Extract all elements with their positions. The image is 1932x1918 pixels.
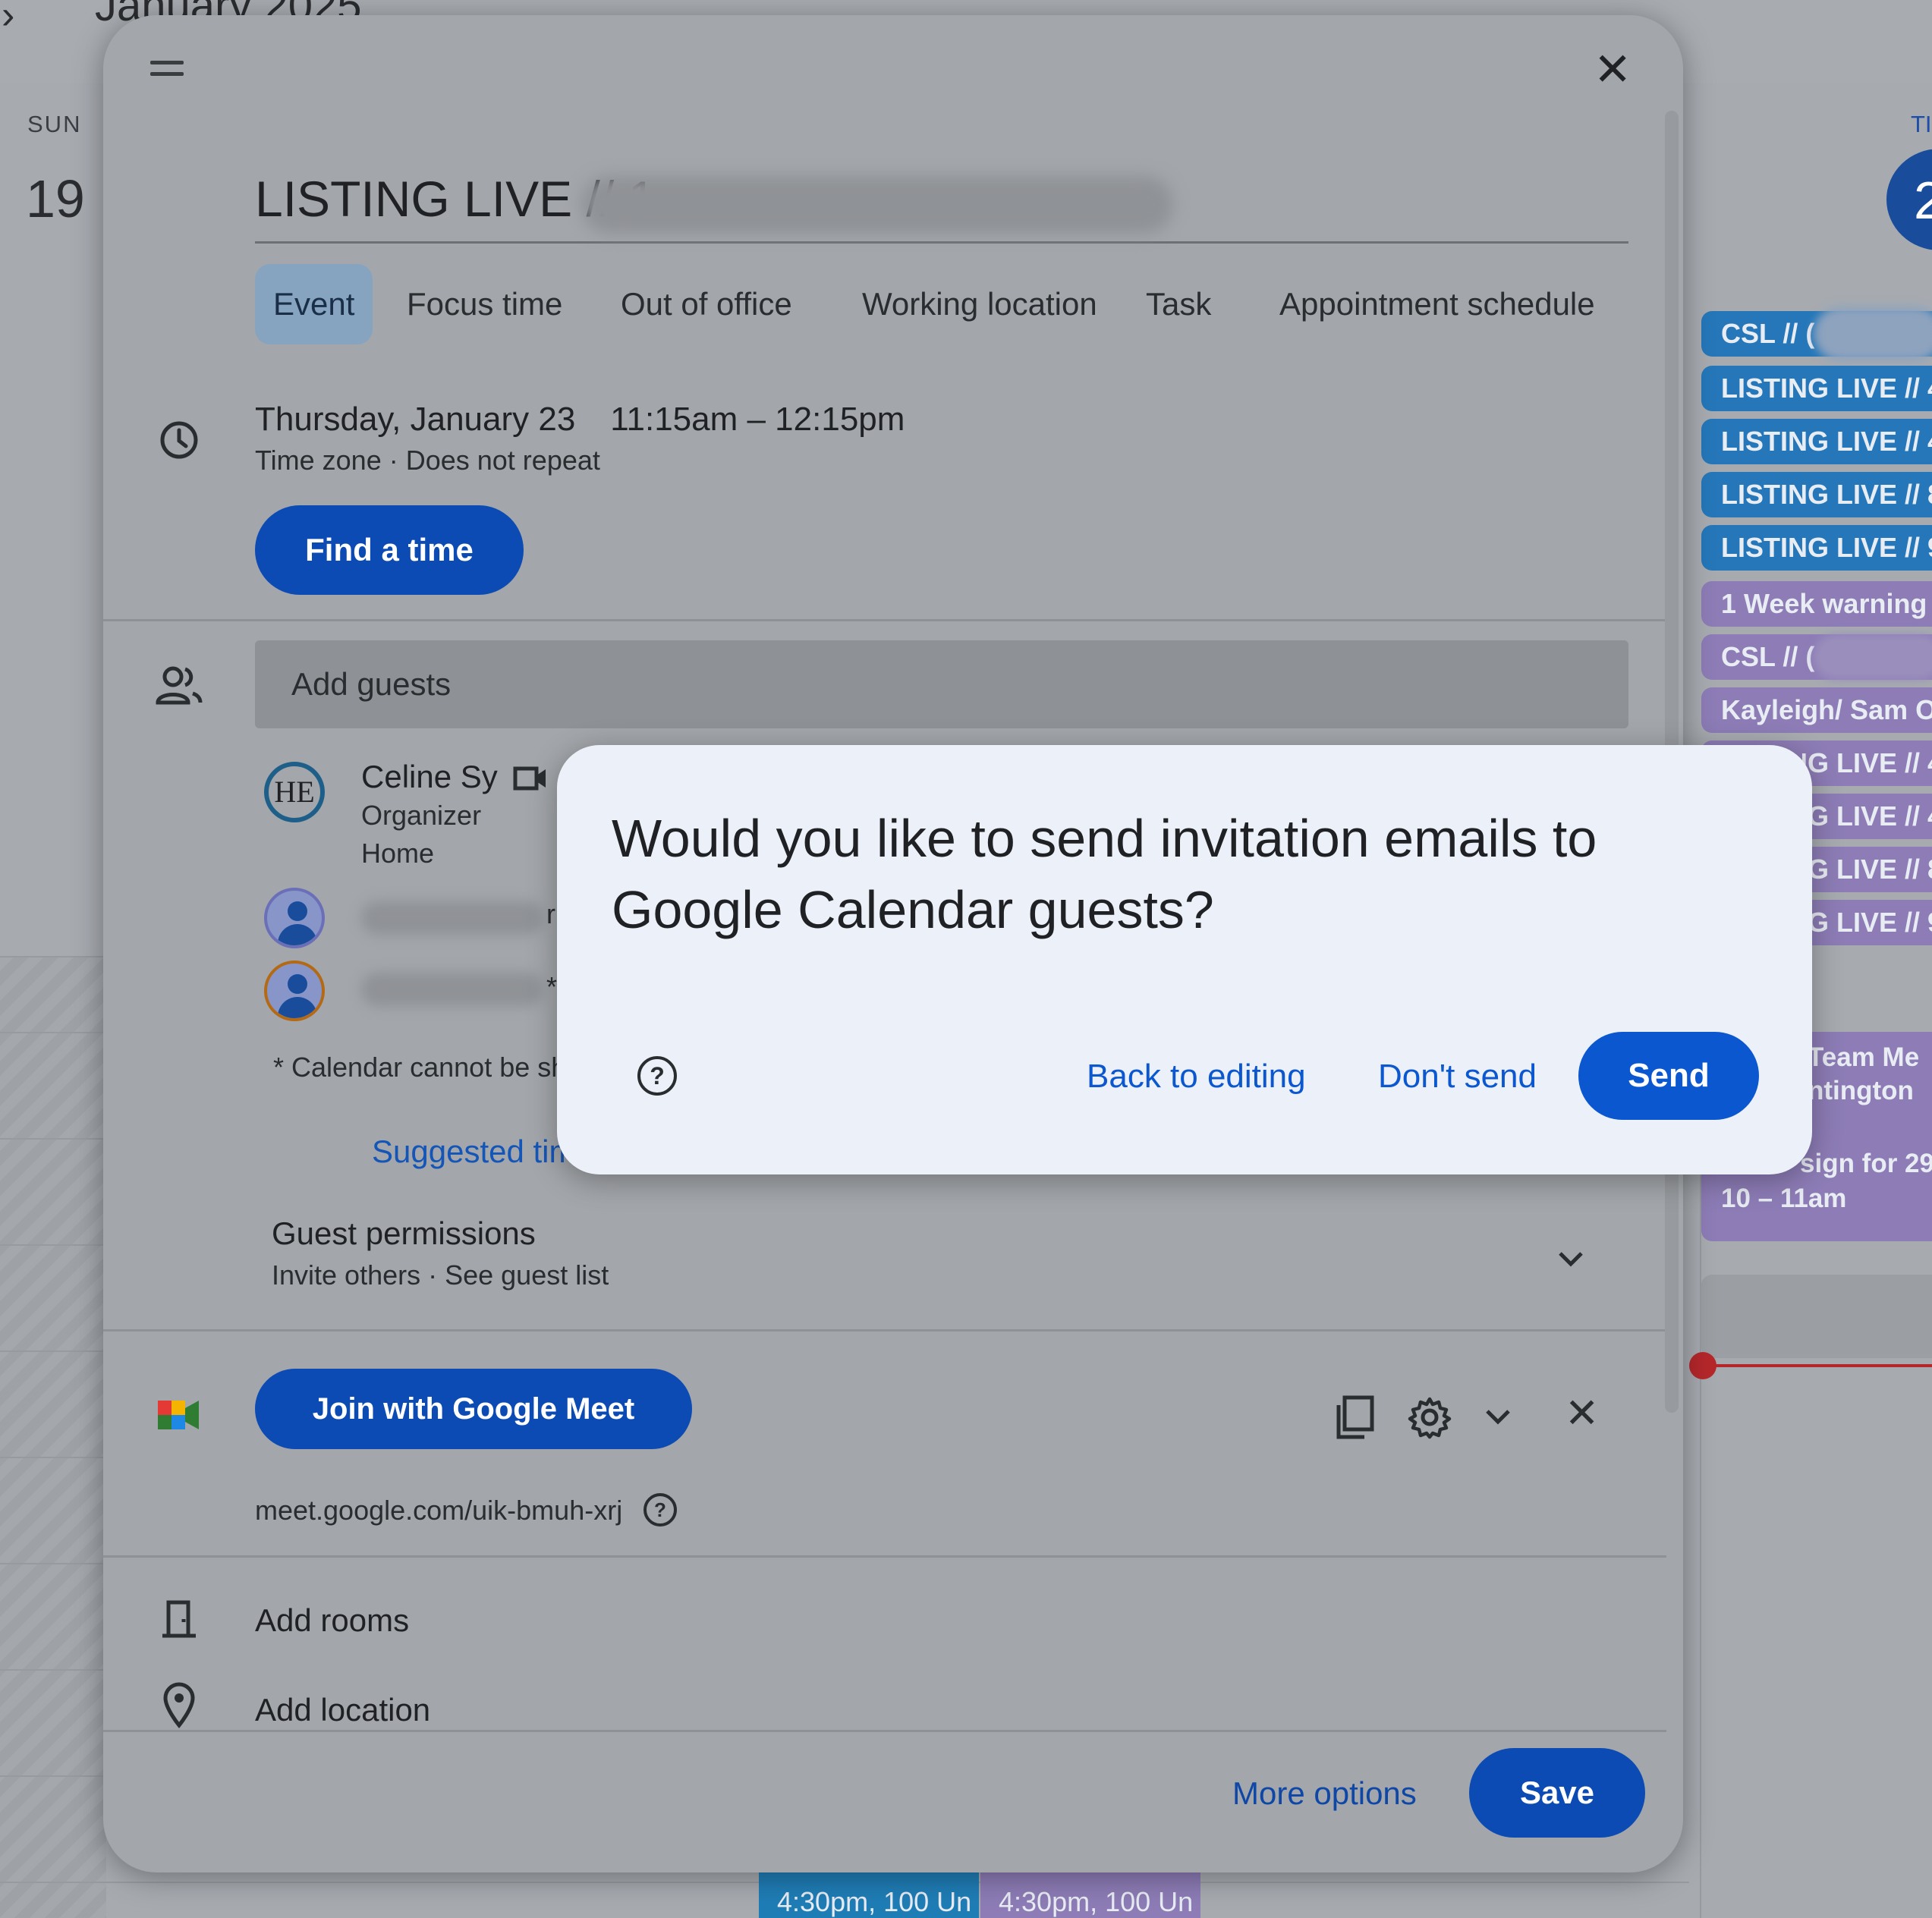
timezone-repeat[interactable]: Time zone · Does not repeat	[255, 445, 600, 476]
help-icon[interactable]: ?	[643, 1493, 677, 1527]
tab-out-of-office[interactable]: Out of office	[621, 264, 792, 344]
calendar-event[interactable]: LISTING LIVE // 9	[1701, 525, 1932, 571]
gear-icon[interactable]	[1407, 1394, 1452, 1440]
calendar-event[interactable]: 1 Week warning /	[1701, 581, 1932, 627]
grid-line	[0, 1244, 106, 1246]
save-button[interactable]: Save	[1469, 1748, 1645, 1838]
event-date[interactable]: Thursday, January 23	[255, 401, 575, 438]
grid-line	[0, 1457, 106, 1458]
today-date: 2	[1914, 171, 1932, 230]
event-time-range[interactable]: 11:15am – 12:15pm	[610, 401, 905, 438]
tab-working-location[interactable]: Working location	[862, 264, 1097, 344]
video-camera-icon	[513, 766, 546, 791]
add-guests-placeholder: Add guests	[291, 666, 452, 702]
chevron-down-icon[interactable]	[1554, 1247, 1587, 1270]
current-time-line	[1703, 1364, 1932, 1367]
event-line: sign for 29	[1800, 1149, 1932, 1178]
dont-send-button[interactable]: Don't send	[1378, 1058, 1537, 1096]
guest-avatar	[264, 888, 325, 948]
join-google-meet-button[interactable]: Join with Google Meet	[255, 1369, 692, 1449]
event-line: ntington	[1808, 1076, 1914, 1105]
drag-handle-icon[interactable]	[150, 61, 184, 83]
guest-avatar	[264, 961, 325, 1021]
people-icon	[156, 666, 203, 705]
organizer-name: Celine Sy	[361, 759, 498, 794]
current-time-dot	[1689, 1352, 1716, 1379]
calendar-event-block-gray[interactable]	[1701, 1275, 1932, 1358]
meet-link[interactable]: meet.google.com/uik-bmuh-xrj	[255, 1495, 622, 1527]
chevron-right-icon[interactable]: ›	[2, 0, 14, 38]
back-to-editing-button[interactable]: Back to editing	[1087, 1058, 1306, 1096]
grid-line	[0, 1138, 106, 1140]
past-hours-hatch	[0, 956, 106, 1918]
add-rooms[interactable]: Add rooms	[255, 1602, 409, 1639]
calendar-event[interactable]: Kayleigh/ Sam Op	[1701, 687, 1932, 733]
guest-permissions-sub: Invite others · See guest list	[272, 1259, 609, 1291]
redacted-text	[1814, 634, 1932, 680]
copy-icon[interactable]	[1334, 1394, 1377, 1440]
grid-line	[0, 956, 106, 957]
today-date-circle[interactable]: 2	[1886, 149, 1932, 250]
calendar-event[interactable]: 4:30pm, 100 Un	[759, 1871, 979, 1918]
chevron-down-icon[interactable]	[1481, 1405, 1515, 1428]
location-pin-icon	[163, 1682, 195, 1728]
more-options-link[interactable]: More options	[1232, 1775, 1417, 1812]
event-line: 10 – 11am	[1721, 1184, 1847, 1213]
suggested-times-link[interactable]: Suggested tim	[372, 1134, 576, 1170]
send-invitations-dialog: Would you like to send invitation emails…	[557, 745, 1812, 1174]
grid-line	[0, 1775, 106, 1777]
calendar-event[interactable]: LISTING LIVE // 4	[1701, 366, 1932, 411]
organizer-avatar: HE	[264, 762, 325, 822]
event-title-field[interactable]: LISTING LIVE // 1	[255, 152, 1628, 244]
day-label-thu: TI	[1911, 111, 1932, 137]
section-divider	[103, 1555, 1666, 1558]
grid-line	[0, 1669, 106, 1671]
door-icon	[162, 1600, 196, 1638]
google-meet-icon	[158, 1401, 199, 1429]
redacted-guest-name	[361, 973, 543, 1006]
guest-name-suffix: *	[546, 971, 558, 1002]
event-datetime[interactable]: Thursday, January 23 11:15am – 12:15pm	[255, 401, 905, 439]
calendar-event[interactable]: LISTING LIVE // 8	[1701, 472, 1932, 517]
tab-event[interactable]: Event	[255, 264, 373, 344]
event-line: Team Me	[1808, 1042, 1920, 1072]
tab-task[interactable]: Task	[1146, 264, 1211, 344]
section-divider	[103, 1730, 1666, 1732]
organizer-location: Home	[361, 838, 435, 869]
calendar-note: * Calendar cannot be sh	[273, 1052, 567, 1083]
tab-appointment-schedule[interactable]: Appointment schedule	[1279, 264, 1595, 344]
add-guests-input[interactable]: Add guests	[255, 640, 1628, 728]
grid-line	[0, 1032, 106, 1033]
redacted-title	[581, 176, 1173, 234]
tab-focus-time[interactable]: Focus time	[407, 264, 562, 344]
help-icon[interactable]: ?	[637, 1056, 677, 1096]
remove-meet-close-icon[interactable]: ✕	[1565, 1393, 1599, 1434]
find-a-time-button[interactable]: Find a time	[255, 505, 524, 595]
redacted-text	[1814, 307, 1932, 361]
section-divider	[103, 1329, 1666, 1332]
guest-permissions-title[interactable]: Guest permissions	[272, 1215, 536, 1252]
close-icon[interactable]: ✕	[1594, 47, 1632, 93]
section-divider	[103, 619, 1666, 621]
day-number-sun[interactable]: 19	[26, 168, 85, 229]
guest-name-suffix: r	[546, 898, 555, 929]
grid-line	[0, 1563, 106, 1564]
redacted-guest-name	[361, 901, 543, 935]
calendar-event[interactable]: LISTING LIVE // 4	[1701, 419, 1932, 464]
grid-line	[0, 1350, 106, 1352]
send-button[interactable]: Send	[1578, 1032, 1759, 1120]
add-location[interactable]: Add location	[255, 1692, 430, 1728]
day-label-sun: SUN	[27, 111, 82, 137]
event-title-text: LISTING LIVE //	[255, 171, 628, 227]
calendar-event[interactable]: 4:30pm, 100 Un	[980, 1871, 1200, 1918]
clock-icon	[160, 421, 198, 459]
dialog-title: Would you like to send invitation emails…	[612, 809, 1597, 939]
organizer-role: Organizer	[361, 800, 482, 831]
